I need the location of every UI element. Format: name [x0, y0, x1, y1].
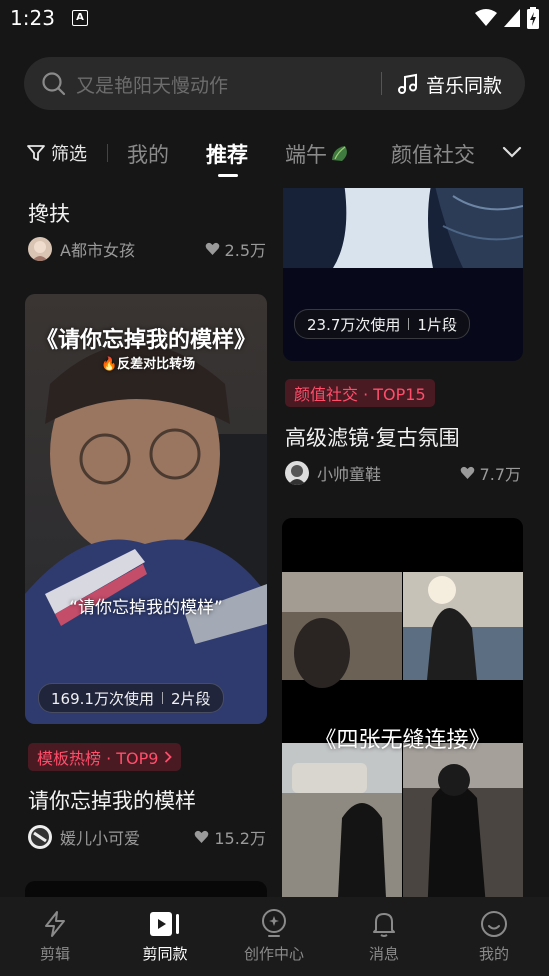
- ranking-badge[interactable]: 模板热榜 · TOP9: [28, 743, 182, 771]
- status-time: 1:23: [10, 6, 55, 30]
- status-icons: [475, 6, 539, 30]
- chevron-down-icon[interactable]: [500, 140, 524, 164]
- active-tab-indicator: [218, 174, 238, 177]
- author-name[interactable]: A都市女孩: [60, 237, 135, 261]
- card-meta: A都市女孩 2.5万: [28, 236, 266, 262]
- lightning-icon: [45, 911, 65, 937]
- thumbnail-image: [282, 518, 523, 897]
- tab-dragon-boat[interactable]: 端午: [285, 139, 352, 169]
- zongzi-icon: [332, 146, 347, 161]
- card-title[interactable]: 请你忘掉我的模样: [28, 785, 196, 815]
- nav-label: 消息: [368, 945, 399, 963]
- wifi-icon: [475, 9, 497, 26]
- battery-icon: [527, 7, 539, 29]
- filter-icon: [27, 145, 45, 161]
- like-count-value: 15.2万: [214, 829, 266, 848]
- like-count[interactable]: 15.2万: [194, 825, 266, 849]
- avatar[interactable]: [28, 237, 52, 261]
- thumbnail-title: 《请你忘掉我的模样》: [35, 328, 256, 353]
- tab-mine[interactable]: 我的: [127, 139, 169, 169]
- like-count-value: 7.7万: [479, 465, 521, 484]
- tab-separator: [107, 144, 108, 162]
- nav-label: 剪同款: [142, 945, 188, 963]
- segment-count: 1片段: [417, 315, 457, 334]
- chevron-right-icon: [165, 751, 173, 763]
- notification-icon: A: [72, 10, 88, 26]
- ranking-badge[interactable]: 颜值社交 · TOP15: [285, 379, 435, 407]
- tab-looks-social[interactable]: 颜值社交: [391, 139, 483, 169]
- nav-creator-center[interactable]: 创作中心: [219, 897, 329, 976]
- template-thumbnail[interactable]: 《四张无缝连接》: [282, 518, 523, 897]
- nav-label: 剪辑: [39, 945, 70, 963]
- heart-icon: [205, 242, 219, 255]
- filter-label: 筛选: [51, 144, 87, 165]
- thumbnail-caption: “请你忘掉我的模样”: [69, 598, 223, 618]
- bell-icon: [373, 913, 395, 937]
- card-title[interactable]: 高级滤镜·复古氛围: [285, 422, 460, 452]
- category-tabs: 筛选 我的 推荐 端午 颜值社交: [0, 130, 549, 178]
- author-name[interactable]: 小帅童鞋: [317, 461, 381, 485]
- nav-label: 创作中心: [243, 945, 304, 963]
- music-match-button[interactable]: 音乐同款: [396, 69, 502, 99]
- template-play-icon: [150, 912, 179, 936]
- search-placeholder[interactable]: 又是艳阳天慢动作: [76, 71, 228, 98]
- smile-face-icon: [481, 911, 507, 937]
- music-note-icon: [398, 73, 417, 94]
- status-bar: 1:23 A: [0, 0, 549, 38]
- card-meta: 媛儿小可爱 15.2万: [28, 824, 266, 850]
- heart-icon: [195, 830, 209, 843]
- template-thumbnail[interactable]: [25, 881, 267, 897]
- filter-button[interactable]: 筛选: [26, 140, 87, 166]
- signal-icon: [504, 9, 520, 27]
- nav-edit[interactable]: 剪辑: [0, 897, 110, 976]
- search-divider: [381, 72, 382, 95]
- like-count[interactable]: 7.7万: [460, 461, 521, 485]
- usage-info: 23.7万次使用 1片段: [294, 309, 470, 339]
- bottom-navigation: 剪辑 剪同款 创作中心 消息 我的: [0, 897, 549, 976]
- usage-count: 23.7万次使用: [307, 315, 401, 334]
- avatar[interactable]: [28, 825, 52, 849]
- author-name[interactable]: 媛儿小可爱: [60, 825, 140, 849]
- card-meta: 小帅童鞋 7.7万: [285, 460, 521, 486]
- tab-dragon-boat-label: 端午: [285, 143, 327, 167]
- heart-icon: [460, 466, 474, 479]
- thumbnail-subtitle: 🔥反差对比转场: [101, 357, 196, 372]
- usage-count: 169.1万次使用: [51, 689, 154, 708]
- nav-label: 我的: [478, 945, 509, 963]
- nav-templates[interactable]: 剪同款: [110, 897, 220, 976]
- nav-messages[interactable]: 消息: [329, 897, 439, 976]
- avatar[interactable]: [285, 461, 309, 485]
- like-count-value: 2.5万: [224, 241, 266, 260]
- tab-recommended[interactable]: 推荐: [206, 139, 248, 169]
- thumbnail-caption: 《四张无缝连接》: [314, 728, 491, 753]
- search-bar[interactable]: 又是艳阳天慢动作 音乐同款: [24, 57, 525, 110]
- lightbulb-icon: [262, 909, 286, 937]
- ranking-badge-label: 颜值社交 · TOP15: [294, 385, 426, 404]
- card-title[interactable]: 搀扶: [28, 198, 70, 228]
- usage-info: 169.1万次使用 2片段: [38, 683, 224, 713]
- nav-profile[interactable]: 我的: [439, 897, 549, 976]
- ranking-badge-label: 模板热榜 · TOP9: [37, 749, 159, 768]
- template-thumbnail[interactable]: 23.7万次使用 1片段: [283, 188, 523, 361]
- template-feed: 搀扶 A都市女孩 2.5万 《请你忘掉我的模样》 🔥反差对比转场 “请你忘掉我的…: [0, 188, 549, 897]
- segment-count: 2片段: [170, 689, 211, 708]
- music-match-label: 音乐同款: [426, 74, 503, 97]
- template-thumbnail[interactable]: 《请你忘掉我的模样》 🔥反差对比转场 “请你忘掉我的模样” 169.1万次使用 …: [25, 294, 267, 724]
- search-icon: [42, 72, 66, 96]
- like-count[interactable]: 2.5万: [205, 237, 266, 261]
